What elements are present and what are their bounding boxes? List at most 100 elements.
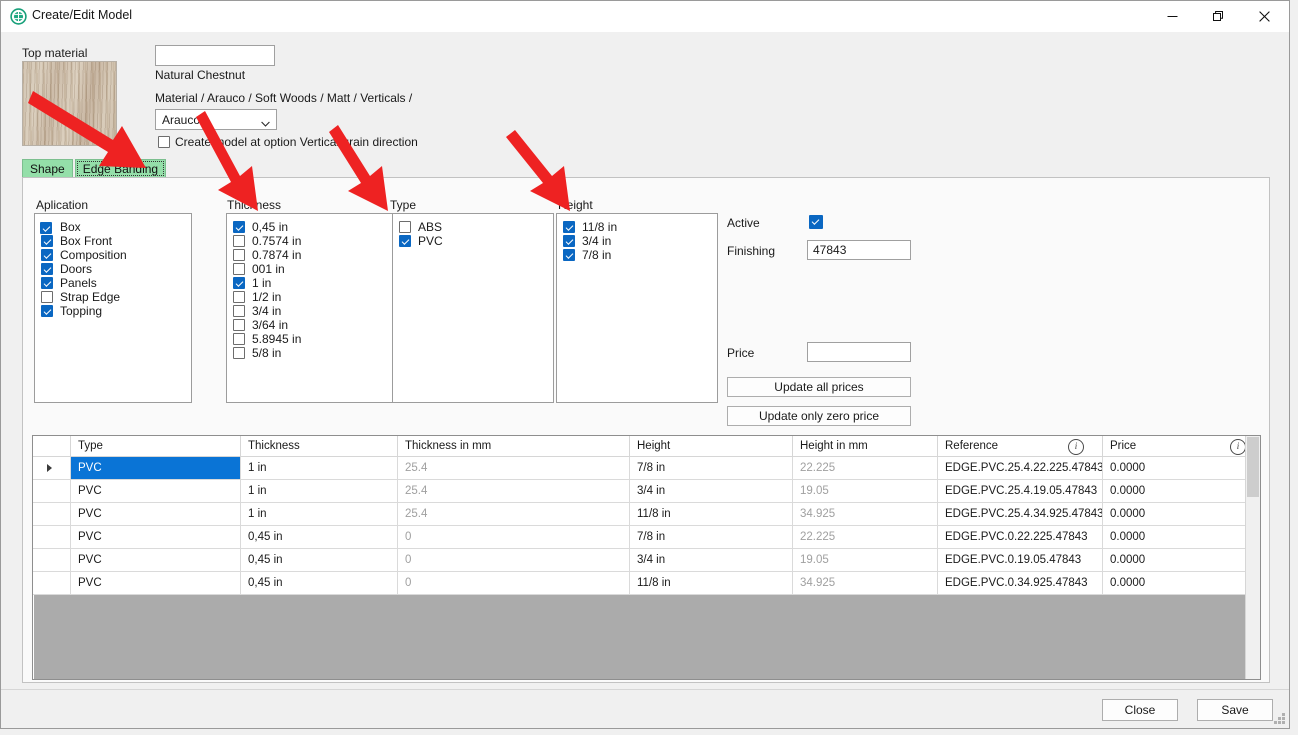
column-header-height-mm[interactable]: Height in mm (793, 436, 938, 456)
row-marker[interactable] (33, 480, 71, 502)
cell-price[interactable]: 0.0000 (1103, 457, 1247, 479)
cell-height-mm[interactable]: 22.225 (793, 526, 938, 548)
resize-grip[interactable] (1274, 713, 1285, 724)
save-button[interactable]: Save (1197, 699, 1273, 721)
minimize-button[interactable] (1149, 1, 1195, 31)
checkbox[interactable] (40, 222, 52, 234)
cell-type[interactable]: PVC (71, 549, 241, 571)
cell-thickness[interactable]: 0,45 in (241, 572, 398, 594)
cell-height-mm[interactable]: 34.925 (793, 503, 938, 525)
cell-price[interactable]: 0.0000 (1103, 503, 1247, 525)
material-name-input[interactable] (155, 45, 275, 66)
cell-price[interactable]: 0.0000 (1103, 480, 1247, 502)
checkbox[interactable] (233, 277, 245, 289)
cell-thickness[interactable]: 1 in (241, 503, 398, 525)
reference-info-icon[interactable]: i (1068, 439, 1084, 455)
checkbox[interactable] (233, 319, 245, 331)
tab-edge-banding[interactable]: Edge Banding (74, 159, 167, 178)
checkbox[interactable] (233, 333, 245, 345)
cell-height[interactable]: 11/8 in (630, 572, 793, 594)
row-marker[interactable] (33, 572, 71, 594)
checkbox[interactable] (233, 347, 245, 359)
column-header-thickness-mm[interactable]: Thickness in mm (398, 436, 630, 456)
cell-height-mm[interactable]: 34.925 (793, 572, 938, 594)
cell-reference[interactable]: EDGE.PVC.0.34.925.47843 (938, 572, 1103, 594)
table-scrollbar-thumb[interactable] (1247, 437, 1259, 497)
price-info-icon[interactable]: i (1230, 439, 1246, 455)
checkbox[interactable] (233, 305, 245, 317)
checkbox[interactable] (233, 263, 245, 275)
checkbox[interactable] (41, 305, 53, 317)
cell-reference[interactable]: EDGE.PVC.0.19.05.47843 (938, 549, 1103, 571)
close-window-button[interactable] (1241, 1, 1287, 31)
material-preview-swatch[interactable] (22, 61, 117, 146)
checkbox[interactable] (41, 249, 53, 261)
checkbox[interactable] (233, 291, 245, 303)
column-header-type[interactable]: Type (71, 436, 241, 456)
cell-price[interactable]: 0.0000 (1103, 572, 1247, 594)
row-marker[interactable] (33, 457, 71, 479)
table-row[interactable]: PVC 0,45 in 0 3/4 in 19.05 EDGE.PVC.0.19… (33, 549, 1260, 572)
maximize-restore-button[interactable] (1195, 1, 1241, 31)
thickness-list[interactable]: 0,45 in 0.7574 in 0.7874 in 001 in 1 in … (226, 213, 393, 403)
cell-reference[interactable]: EDGE.PVC.25.4.34.925.47843 (938, 503, 1103, 525)
edge-banding-table[interactable]: Type Thickness Thickness in mm Height He… (32, 435, 1261, 680)
tab-shape[interactable]: Shape (22, 159, 73, 178)
finishing-input[interactable] (807, 240, 911, 260)
cell-thickness[interactable]: 0,45 in (241, 526, 398, 548)
row-marker[interactable] (33, 503, 71, 525)
checkbox[interactable] (563, 221, 575, 233)
table-row[interactable]: PVC 1 in 25.4 7/8 in 22.225 EDGE.PVC.25.… (33, 457, 1260, 480)
cell-thickness-mm[interactable]: 0 (398, 572, 630, 594)
cell-thickness[interactable]: 1 in (241, 457, 398, 479)
cell-height-mm[interactable]: 22.225 (793, 457, 938, 479)
table-vertical-scrollbar[interactable] (1245, 436, 1260, 679)
checkbox[interactable] (41, 291, 53, 303)
aplication-list[interactable]: Box Box Front Composition Doors Panels S… (34, 213, 192, 403)
cell-type[interactable]: PVC (71, 526, 241, 548)
checkbox[interactable] (563, 235, 575, 247)
column-header-rowmark[interactable] (33, 436, 71, 456)
cell-thickness[interactable]: 1 in (241, 480, 398, 502)
checkbox[interactable] (399, 235, 411, 247)
table-row[interactable]: PVC 0,45 in 0 11/8 in 34.925 EDGE.PVC.0.… (33, 572, 1260, 595)
cell-thickness[interactable]: 0,45 in (241, 549, 398, 571)
update-all-prices-button[interactable]: Update all prices (727, 377, 911, 397)
cell-height-mm[interactable]: 19.05 (793, 480, 938, 502)
table-row[interactable]: PVC 1 in 25.4 3/4 in 19.05 EDGE.PVC.25.4… (33, 480, 1260, 503)
cell-height[interactable]: 3/4 in (630, 480, 793, 502)
cell-type[interactable]: PVC (71, 457, 241, 479)
cell-reference[interactable]: EDGE.PVC.0.22.225.47843 (938, 526, 1103, 548)
row-marker[interactable] (33, 526, 71, 548)
checkbox[interactable] (41, 235, 53, 247)
active-checkbox[interactable] (809, 215, 823, 229)
cell-type[interactable]: PVC (71, 503, 241, 525)
close-button[interactable]: Close (1102, 699, 1178, 721)
cell-type[interactable]: PVC (71, 480, 241, 502)
column-header-thickness[interactable]: Thickness (241, 436, 398, 456)
cell-reference[interactable]: EDGE.PVC.25.4.22.225.47843 (938, 457, 1103, 479)
checkbox[interactable] (563, 249, 575, 261)
cell-thickness-mm[interactable]: 25.4 (398, 480, 630, 502)
checkbox[interactable] (41, 277, 53, 289)
cell-height[interactable]: 3/4 in (630, 549, 793, 571)
column-header-height[interactable]: Height (630, 436, 793, 456)
update-only-zero-price-button[interactable]: Update only zero price (727, 406, 911, 426)
cell-thickness-mm[interactable]: 0 (398, 549, 630, 571)
cell-type[interactable]: PVC (71, 572, 241, 594)
cell-height[interactable]: 7/8 in (630, 457, 793, 479)
checkbox[interactable] (233, 249, 245, 261)
cell-height[interactable]: 11/8 in (630, 503, 793, 525)
height-list[interactable]: 11/8 in 3/4 in 7/8 in (556, 213, 718, 403)
cell-thickness-mm[interactable]: 25.4 (398, 503, 630, 525)
cell-price[interactable]: 0.0000 (1103, 526, 1247, 548)
table-row[interactable]: PVC 1 in 25.4 11/8 in 34.925 EDGE.PVC.25… (33, 503, 1260, 526)
vertical-grain-checkbox[interactable] (158, 136, 170, 148)
cell-height[interactable]: 7/8 in (630, 526, 793, 548)
cell-price[interactable]: 0.0000 (1103, 549, 1247, 571)
checkbox[interactable] (233, 221, 245, 233)
brand-combobox[interactable]: Arauco (155, 109, 277, 130)
cell-thickness-mm[interactable]: 0 (398, 526, 630, 548)
cell-reference[interactable]: EDGE.PVC.25.4.19.05.47843 (938, 480, 1103, 502)
table-row[interactable]: PVC 0,45 in 0 7/8 in 22.225 EDGE.PVC.0.2… (33, 526, 1260, 549)
